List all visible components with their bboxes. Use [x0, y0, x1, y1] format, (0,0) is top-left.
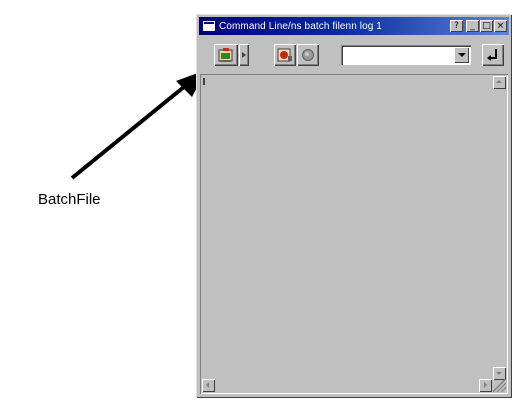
command-combo-box[interactable] [341, 45, 471, 65]
scroll-left-button[interactable] [202, 379, 215, 392]
size-grip[interactable] [493, 379, 506, 392]
stop-icon [302, 49, 314, 61]
window-title: Command Line/ns batch filenn log 1 [219, 20, 382, 32]
text-caret [203, 78, 205, 85]
scroll-right-button[interactable] [479, 379, 492, 392]
window-system-icon[interactable] [202, 20, 216, 32]
minimize-button[interactable]: _ [466, 20, 479, 32]
toolbar [200, 40, 508, 70]
title-bar[interactable]: Command Line/ns batch filenn log 1 ? _ □… [199, 17, 509, 35]
stop-button[interactable] [297, 44, 319, 66]
callout-arrow-shaft [70, 80, 192, 180]
scroll-up-button[interactable] [493, 76, 506, 89]
run-button[interactable] [274, 44, 296, 66]
batch-file-button[interactable] [214, 44, 238, 66]
enter-button[interactable] [482, 44, 504, 66]
combo-dropdown-button[interactable] [454, 47, 469, 63]
help-button[interactable]: ? [450, 20, 463, 32]
title-bar-buttons: ? _ □ × [450, 20, 507, 32]
small-arrow-icon [242, 52, 246, 58]
maximize-button[interactable]: □ [480, 20, 493, 32]
command-window: Command Line/ns batch filenn log 1 ? _ □… [196, 14, 512, 398]
batch-file-icon [218, 48, 233, 62]
enter-arrow-icon [487, 49, 497, 61]
close-button[interactable]: × [494, 20, 507, 32]
run-icon [277, 48, 292, 62]
batch-file-dropdown-button[interactable] [239, 44, 249, 66]
callout-label: BatchFile [38, 191, 101, 208]
output-area[interactable] [200, 74, 508, 394]
